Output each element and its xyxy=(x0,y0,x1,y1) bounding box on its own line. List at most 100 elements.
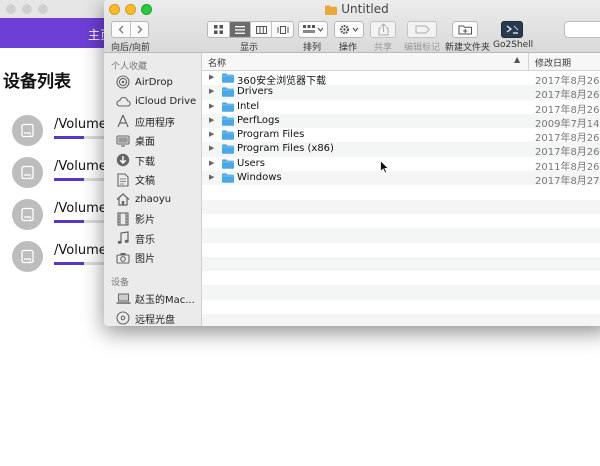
empty-row xyxy=(202,314,600,326)
empty-row xyxy=(202,243,600,257)
sidebar-item[interactable]: 图片 xyxy=(115,249,201,267)
film-icon xyxy=(115,211,131,227)
sidebar-item[interactable]: zhaoyu xyxy=(115,190,201,208)
coverflow-view-button[interactable] xyxy=(272,22,293,37)
folder-icon xyxy=(222,130,234,143)
folder-icon xyxy=(222,87,234,100)
zoom-window-button[interactable] xyxy=(38,4,48,14)
sidebar-item-label: 远程光盘 xyxy=(135,314,175,326)
new-folder-label: 新建文件夹 xyxy=(445,43,491,53)
arrange-label: 排列 xyxy=(303,43,322,53)
page-title: 设备列表 xyxy=(3,72,71,92)
arrange-button[interactable] xyxy=(298,21,328,38)
folder-icon xyxy=(222,173,234,186)
new-folder-icon xyxy=(458,25,472,35)
edit-tags-button[interactable] xyxy=(407,21,437,38)
sidebar-item[interactable]: 文稿 xyxy=(115,171,201,189)
search-field[interactable] xyxy=(564,21,600,38)
minimize-window-button[interactable] xyxy=(22,4,32,14)
disk-icon xyxy=(21,249,34,264)
date-column-header[interactable]: 修改日期 xyxy=(535,56,571,69)
name-column-header[interactable]: 名称 xyxy=(208,56,226,69)
empty-row xyxy=(202,271,600,285)
file-name: Program Files xyxy=(237,129,305,141)
coverflow-icon xyxy=(277,25,288,34)
chevron-left-icon xyxy=(118,25,124,34)
grid-icon xyxy=(214,25,223,34)
go2shell-button[interactable] xyxy=(501,21,523,38)
disk-avatar xyxy=(12,115,43,146)
list-icon xyxy=(235,25,245,34)
sidebar-item-label: 文稿 xyxy=(135,176,155,187)
folder-icon xyxy=(222,116,234,129)
disk-icon xyxy=(21,165,34,180)
sidebar-item[interactable]: 下载 xyxy=(115,151,201,169)
action-button[interactable] xyxy=(334,21,364,38)
share-button[interactable] xyxy=(370,21,396,38)
folder-icon xyxy=(222,73,234,86)
finder-sidebar: 个人收藏 AirDrop iCloud Drive 应用程序桌面下载文稿 zhaoyu… xyxy=(104,53,202,326)
airdrop-icon xyxy=(115,74,131,90)
sort-ascending-icon: ▲ xyxy=(514,55,521,64)
disclosure-triangle-icon[interactable]: ▶ xyxy=(209,173,214,181)
chevron-right-icon xyxy=(137,25,143,34)
sidebar-item-label: iCloud Drive xyxy=(135,96,197,107)
file-row[interactable]: ▶Drivers2017年8月26日 下午2:37 xyxy=(202,85,600,101)
laptop-icon xyxy=(115,290,131,306)
share-label: 共享 xyxy=(374,43,393,53)
cloud-icon xyxy=(115,94,131,110)
disclosure-triangle-icon[interactable]: ▶ xyxy=(209,144,214,152)
sidebar-item[interactable]: 桌面 xyxy=(115,132,201,150)
home-icon xyxy=(115,191,131,207)
file-row[interactable]: ▶Users2011年8月26日 下午2:45 xyxy=(202,157,600,173)
finder-window: Untitled 向后/向前 显示 排列 操作 共享 编辑标记 新建文件夹 Go… xyxy=(104,0,600,326)
disclosure-triangle-icon[interactable]: ▶ xyxy=(209,73,214,81)
file-name: Windows xyxy=(237,172,282,184)
columns-icon xyxy=(255,25,267,34)
view-mode-control xyxy=(207,21,294,38)
list-view-button[interactable] xyxy=(230,22,251,37)
file-row[interactable]: ▶PerfLogs2009年7月14日 上午11:20 xyxy=(202,113,600,130)
file-row[interactable]: ▶360安全浏览器下载2017年8月26日 下午10:55 xyxy=(202,71,600,87)
favorites-header: 个人收藏 xyxy=(111,62,148,72)
column-divider[interactable] xyxy=(528,53,529,70)
column-header: 名称 ▲ 修改日期 xyxy=(202,53,600,71)
device-progress-fill xyxy=(54,262,84,265)
new-folder-button[interactable] xyxy=(452,21,478,38)
file-name: PerfLogs xyxy=(237,114,280,126)
disclosure-triangle-icon[interactable]: ▶ xyxy=(209,116,214,124)
empty-row xyxy=(202,300,600,314)
disclosure-triangle-icon[interactable]: ▶ xyxy=(209,130,214,138)
device-progress-fill xyxy=(54,178,84,181)
nav-label: 向后/向前 xyxy=(111,43,151,53)
close-window-button[interactable] xyxy=(6,4,16,14)
sidebar-item-label: 桌面 xyxy=(135,137,155,148)
sidebar-item[interactable]: 音乐 xyxy=(115,229,201,247)
sidebar-device-item[interactable]: 赵玉的Mac... xyxy=(115,289,201,307)
folder-icon xyxy=(325,4,338,18)
icon-view-button[interactable] xyxy=(208,22,230,37)
column-view-button[interactable] xyxy=(251,22,272,37)
file-row[interactable]: ▶Intel2017年8月26日 下午11:45 xyxy=(202,100,600,116)
device-row[interactable]: /Volumes xyxy=(12,241,114,291)
music-icon xyxy=(115,230,131,246)
sidebar-item-label: 下载 xyxy=(135,156,155,168)
sidebar-device-item[interactable]: 远程光盘 xyxy=(115,309,201,326)
sidebar-item[interactable]: iCloud Drive xyxy=(115,93,201,111)
disclosure-triangle-icon[interactable]: ▶ xyxy=(209,102,214,110)
sidebar-item-label: 音乐 xyxy=(135,234,155,246)
sidebar-item[interactable]: 影片 xyxy=(115,210,201,228)
back-button[interactable] xyxy=(112,22,131,37)
empty-row xyxy=(202,256,600,272)
sidebar-item[interactable]: AirDrop xyxy=(115,73,201,91)
sidebar-item-label: 赵玉的Mac... xyxy=(135,294,195,306)
forward-button[interactable] xyxy=(131,22,149,37)
file-row[interactable]: ▶Program Files (x86)2017年8月26日 下午11:45 xyxy=(202,142,600,158)
file-row[interactable]: ▶Program Files2017年8月26日 下午2:40 xyxy=(202,128,600,144)
file-row[interactable]: ▶Windows2017年8月27日 上午10:30 xyxy=(202,171,600,187)
document-icon xyxy=(115,172,131,188)
disclosure-triangle-icon[interactable]: ▶ xyxy=(209,87,214,95)
sidebar-item-label: AirDrop xyxy=(135,76,173,88)
sidebar-item[interactable]: 应用程序 xyxy=(115,112,201,130)
disclosure-triangle-icon[interactable]: ▶ xyxy=(209,159,214,167)
